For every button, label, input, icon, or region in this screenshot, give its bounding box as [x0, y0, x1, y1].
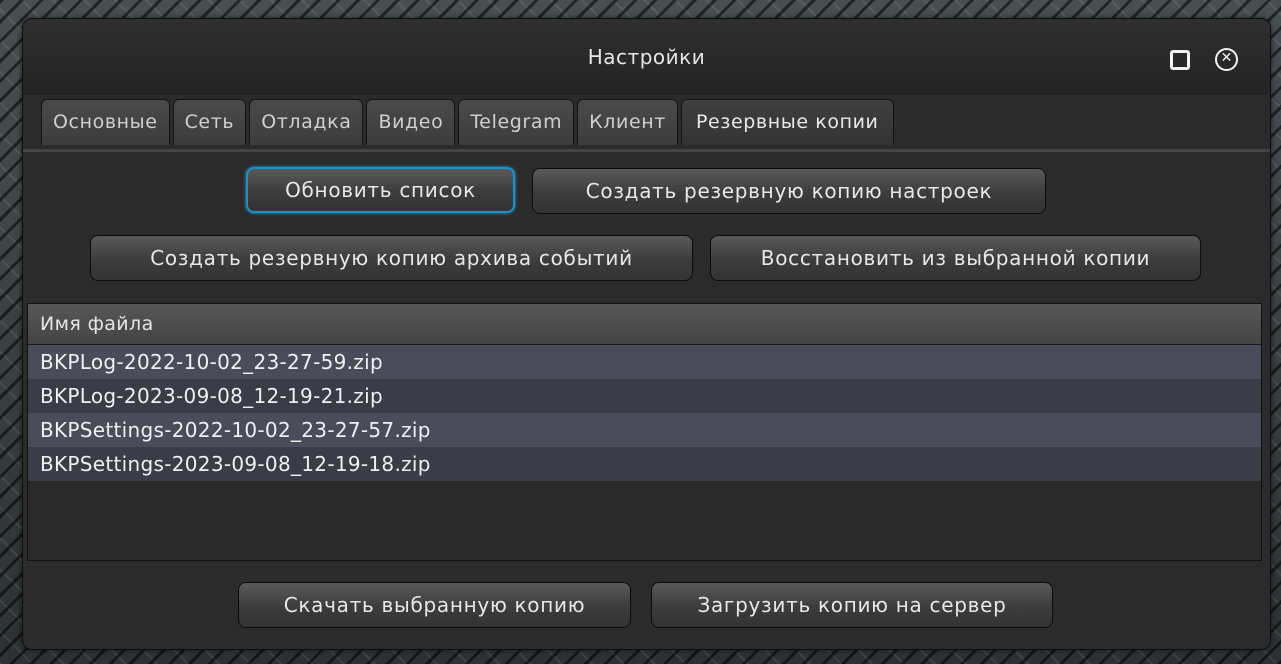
- tab-divider: [23, 149, 1270, 152]
- tab-network[interactable]: Сеть: [172, 99, 247, 145]
- close-icon[interactable]: ✕: [1215, 48, 1238, 71]
- tab-debug[interactable]: Отладка: [249, 99, 364, 145]
- refresh-list-button[interactable]: Обновить список: [246, 167, 515, 213]
- table-row[interactable]: BKPSettings-2023-09-08_12-19-18.zip: [28, 447, 1261, 481]
- table-row[interactable]: BKPLog-2022-10-02_23-27-59.zip: [28, 345, 1261, 379]
- tab-client[interactable]: Клиент: [577, 99, 678, 145]
- tab-bar: Основные Сеть Отладка Видео Telegram Кли…: [41, 99, 894, 145]
- settings-window: Настройки ✕ Основные Сеть Отладка Видео …: [22, 18, 1271, 650]
- tab-backups[interactable]: Резервные копии: [680, 99, 894, 145]
- table-row[interactable]: BKPLog-2023-09-08_12-19-21.zip: [28, 379, 1261, 413]
- backup-events-button[interactable]: Создать резервную копию архива событий: [90, 235, 693, 281]
- backup-settings-button[interactable]: Создать резервную копию настроек: [532, 168, 1046, 214]
- window-title: Настройки: [587, 45, 706, 69]
- upload-backup-button[interactable]: Загрузить копию на сервер: [651, 582, 1053, 628]
- backup-files-table: Имя файла BKPLog-2022-10-02_23-27-59.zip…: [27, 303, 1262, 561]
- tab-general[interactable]: Основные: [41, 99, 170, 145]
- tab-video[interactable]: Видео: [366, 99, 456, 145]
- column-header-filename[interactable]: Имя файла: [28, 304, 1261, 345]
- restore-button[interactable]: Восстановить из выбранной копии: [710, 235, 1201, 281]
- title-bar[interactable]: Настройки ✕: [23, 19, 1270, 95]
- tab-telegram[interactable]: Telegram: [458, 99, 575, 145]
- download-backup-button[interactable]: Скачать выбранную копию: [238, 582, 631, 628]
- table-row[interactable]: BKPSettings-2022-10-02_23-27-57.zip: [28, 413, 1261, 447]
- maximize-icon[interactable]: [1170, 50, 1190, 70]
